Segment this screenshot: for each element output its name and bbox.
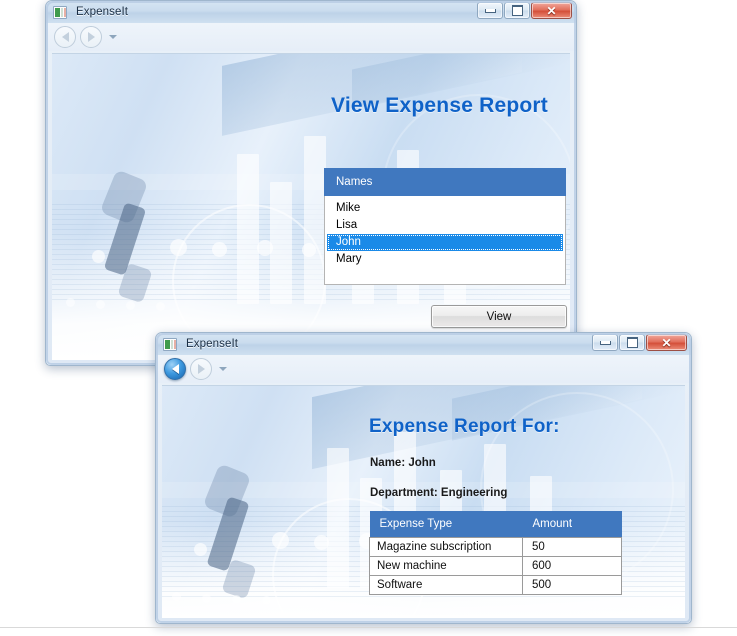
cell-expense-type: New machine (369, 556, 523, 576)
window-expense-report-detail[interactable]: ExpenseIt ✕ Expense Report For: Name: Jo… (155, 332, 692, 624)
window-title: ExpenseIt (186, 338, 239, 350)
window-title: ExpenseIt (76, 6, 129, 18)
minimize-icon (484, 8, 496, 13)
titlebar-front-window[interactable]: ExpenseIt ✕ (156, 333, 691, 355)
name-field-line: Name: John (370, 457, 436, 469)
minimize-button[interactable] (592, 334, 618, 351)
close-icon: ✕ (546, 3, 557, 18)
desktop-background: ExpenseIt ✕ View Expense Report Names Mi… (0, 0, 737, 636)
minimize-icon (599, 340, 611, 345)
page-content-view-expense-report: View Expense Report Names Mike Lisa John… (52, 53, 570, 360)
caption-buttons-back[interactable]: ✕ (477, 2, 572, 19)
forward-button[interactable] (190, 358, 212, 380)
maximize-icon (511, 5, 523, 16)
view-button[interactable]: View (431, 305, 567, 328)
page-content-expense-report: Expense Report For: Name: John Departmen… (162, 385, 685, 618)
window-view-expense-report[interactable]: ExpenseIt ✕ View Expense Report Names Mi… (45, 0, 577, 366)
expense-table: Expense Type Amount Magazine subscriptio… (369, 511, 622, 595)
navigation-bar-front-window[interactable] (156, 355, 691, 383)
cell-expense-type: Magazine subscription (369, 537, 523, 557)
close-button[interactable]: ✕ (531, 2, 572, 19)
arrow-left-icon (61, 32, 69, 42)
table-header-row: Expense Type Amount (369, 511, 622, 538)
table-row: Software 500 (369, 575, 622, 595)
navigation-bar-back-window[interactable] (46, 23, 576, 51)
list-item[interactable]: Mike (325, 200, 565, 217)
bottom-divider (0, 627, 737, 628)
list-item[interactable]: Lisa (325, 217, 565, 234)
page-title: Expense Report For: (369, 416, 560, 437)
maximize-icon (626, 337, 638, 348)
column-header-expense-type: Expense Type (369, 511, 523, 538)
listbox-items[interactable]: Mike Lisa John Mary (324, 196, 566, 285)
minimize-button[interactable] (477, 2, 503, 19)
arrow-right-icon (87, 32, 95, 42)
back-button[interactable] (54, 26, 76, 48)
arrow-left-icon (171, 364, 179, 374)
close-button[interactable]: ✕ (646, 334, 687, 351)
titlebar-back-window[interactable]: ExpenseIt ✕ (46, 1, 576, 23)
cell-amount: 500 (522, 575, 622, 595)
listbox-header: Names (324, 168, 566, 196)
cell-amount: 600 (522, 556, 622, 576)
list-item[interactable]: Mary (325, 251, 565, 268)
list-item-selected[interactable]: John (327, 234, 563, 251)
table-row: Magazine subscription 50 (369, 537, 622, 557)
app-bars-icon (53, 5, 67, 19)
table-row: New machine 600 (369, 556, 622, 576)
recent-pages-caret-icon[interactable] (219, 367, 227, 371)
caption-buttons-front[interactable]: ✕ (592, 334, 687, 351)
cell-expense-type: Software (369, 575, 523, 595)
cell-amount: 50 (522, 537, 622, 557)
app-bars-icon (163, 337, 177, 351)
department-field-line: Department: Engineering (370, 487, 508, 499)
back-button[interactable] (164, 358, 186, 380)
column-header-amount: Amount (522, 511, 622, 538)
arrow-right-icon (197, 364, 205, 374)
maximize-button[interactable] (619, 334, 645, 351)
recent-pages-caret-icon[interactable] (109, 35, 117, 39)
maximize-button[interactable] (504, 2, 530, 19)
close-icon: ✕ (661, 335, 672, 350)
names-listbox[interactable]: Names Mike Lisa John Mary (324, 168, 566, 290)
page-title: View Expense Report (331, 94, 548, 117)
forward-button[interactable] (80, 26, 102, 48)
